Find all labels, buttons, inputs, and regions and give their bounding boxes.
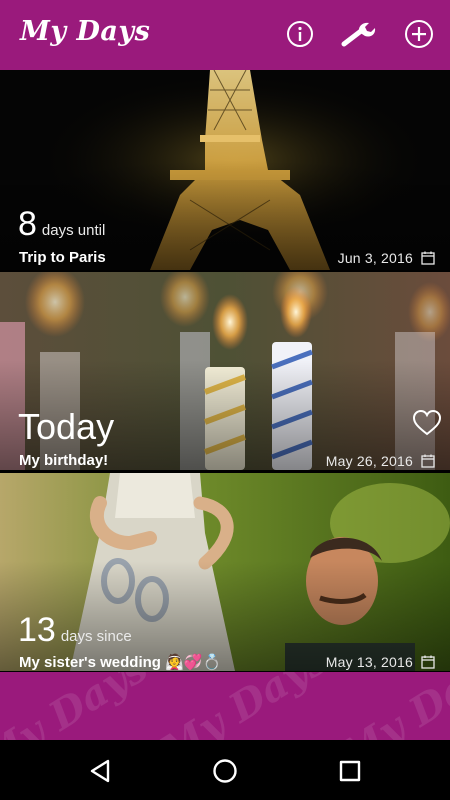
event-card-birthday[interactable]: Today My birthday! May 26, 2016 [0, 272, 450, 470]
home-button[interactable] [212, 758, 238, 784]
watermark-text: My Days [152, 672, 336, 740]
event-card-paris[interactable]: 8 days until Trip to Paris Jun 3, 2016 [0, 70, 450, 270]
back-triangle-icon [90, 759, 110, 783]
footer-watermark-band: My Days My Days My Days [0, 672, 450, 740]
event-date: May 26, 2016 [326, 453, 435, 469]
event-name: My birthday! [19, 452, 109, 469]
wrench-icon [341, 22, 376, 47]
day-count: 13 [18, 611, 56, 649]
info-button[interactable] [284, 18, 316, 50]
event-name: My sister's wedding 👰💞💍 [19, 654, 222, 671]
event-date: Jun 3, 2016 [338, 250, 435, 266]
app-bar: My Days [0, 0, 450, 70]
system-nav-bar [0, 740, 450, 800]
settings-button[interactable] [340, 18, 380, 50]
add-circle-icon [405, 20, 433, 48]
recents-button[interactable] [337, 758, 363, 784]
event-date: May 13, 2016 [326, 654, 435, 670]
calendar-icon [421, 655, 435, 669]
home-circle-icon [213, 759, 237, 783]
calendar-icon [421, 251, 435, 265]
countdown: Today [18, 409, 114, 445]
today-label: Today [18, 406, 115, 447]
app-title: My Days [20, 16, 151, 47]
countdown: 13 days since [18, 613, 132, 647]
event-name: Trip to Paris [19, 249, 106, 266]
watermark-text: My Days [0, 672, 156, 740]
heart-outline-icon[interactable] [412, 408, 442, 438]
recents-square-icon [339, 760, 361, 782]
count-unit: days until [41, 222, 106, 239]
count-unit: days since [60, 628, 132, 645]
countdown: 8 days until [18, 207, 105, 241]
event-card-wedding[interactable]: 13 days since My sister's wedding 👰💞💍 Ma… [0, 473, 450, 671]
date-text: Jun 3, 2016 [337, 250, 413, 266]
back-button[interactable] [87, 758, 113, 784]
info-icon [287, 21, 313, 47]
watermark-text: My Days [332, 672, 450, 740]
day-count: 8 [18, 205, 37, 243]
date-text: May 13, 2016 [325, 654, 413, 670]
date-text: May 26, 2016 [325, 453, 413, 469]
calendar-icon [421, 454, 435, 468]
add-event-button[interactable] [403, 18, 435, 50]
